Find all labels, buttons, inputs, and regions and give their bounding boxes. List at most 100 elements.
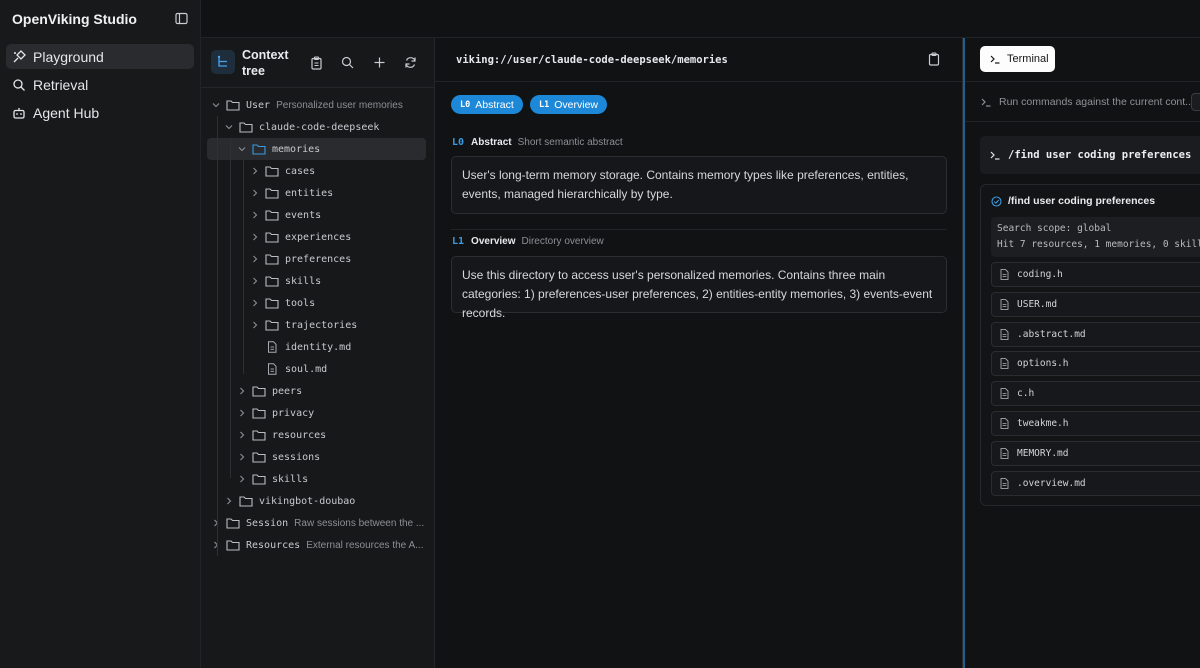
chevron-right-icon — [240, 431, 245, 439]
terminal-panel: Terminal Run commands against the curren… — [963, 38, 1200, 668]
tree-folder-row[interactable]: events — [250, 204, 431, 226]
tree-item-name: cases — [285, 165, 316, 177]
tree-folder-row[interactable]: memories — [207, 138, 426, 160]
file-icon — [268, 341, 277, 353]
tree-title: Context tree — [242, 48, 289, 78]
terminal-hint: Run commands against the current cont... — [981, 96, 1194, 108]
level-tag: L0 — [452, 137, 465, 148]
tree-folder-row[interactable]: claude-code-deepseek — [224, 116, 431, 138]
tree-item-name: peers — [272, 385, 303, 397]
tree-folder-row[interactable]: tools — [250, 292, 431, 314]
level-tag: L1 — [539, 99, 550, 110]
tree-folder-row[interactable]: vikingbot-doubao — [224, 490, 431, 512]
folder-icon — [252, 386, 266, 397]
tree-item-desc: External resources the A... — [306, 539, 424, 551]
tree-folder-row[interactable]: trajectories — [250, 314, 431, 336]
tab-terminal[interactable]: Terminal — [980, 46, 1055, 72]
hit-name: MEMORY.md — [1017, 447, 1069, 459]
tree-folder-row[interactable]: skills — [237, 468, 431, 490]
tree-folder-row[interactable]: skills — [250, 270, 431, 292]
nav-item-playground[interactable]: Playground — [6, 44, 194, 69]
file-icon — [1000, 298, 1009, 310]
result-hit-item[interactable]: .abstract.md — [991, 321, 1200, 347]
result-hit-item[interactable]: tweakme.h — [991, 411, 1200, 436]
result-hit-item[interactable]: .overview.md — [991, 470, 1200, 496]
tree-folder-row[interactable]: Resources External resources the A... — [211, 534, 431, 556]
terminal-icon — [990, 151, 1000, 160]
hit-name: USER.md — [1017, 298, 1058, 310]
pill-label: Overview — [554, 98, 599, 111]
tree-item-desc: Personalized user memories — [276, 99, 403, 111]
terminal-tabs: Terminal — [965, 38, 1200, 82]
sidebar-toggle-icon[interactable] — [175, 12, 188, 25]
overview-pill[interactable]: L1 Overview — [530, 95, 608, 114]
run-button[interactable] — [1191, 93, 1200, 111]
refresh-icon[interactable] — [404, 56, 418, 70]
divider — [435, 81, 962, 82]
tree-folder-row[interactable]: peers — [237, 380, 431, 402]
copy-icon[interactable] — [928, 52, 940, 66]
chevron-right-icon — [214, 541, 219, 549]
result-title: /find user coding preferences — [991, 195, 1155, 207]
file-icon — [1000, 328, 1009, 340]
result-hit-item[interactable]: coding.h — [991, 262, 1200, 287]
tree-item-name: resources — [272, 429, 327, 441]
tree-item-name: tools — [285, 297, 316, 309]
clipboard-icon[interactable] — [310, 56, 324, 70]
tree-folder-row[interactable]: resources — [237, 424, 431, 446]
tree-file-row[interactable]: identity.md — [250, 336, 431, 358]
tree-folder-row[interactable]: User Personalized user memories — [211, 94, 431, 116]
tree-folder-row[interactable]: preferences — [250, 248, 431, 270]
chevron-right-icon — [214, 519, 219, 527]
folder-icon — [239, 122, 253, 133]
hit-name: tweakme.h — [1017, 418, 1069, 429]
command-entry[interactable]: /find user coding preferences — [980, 136, 1200, 174]
folder-icon — [265, 210, 279, 221]
robot-icon — [13, 107, 25, 119]
result-hit-item[interactable]: USER.md — [991, 291, 1200, 317]
add-icon[interactable] — [373, 56, 387, 70]
tree-folder-row[interactable]: sessions — [237, 446, 431, 468]
result-hit-item[interactable]: options.h — [991, 351, 1200, 377]
chevron-right-icon — [253, 255, 258, 263]
folder-icon — [265, 320, 279, 331]
tree-folder-row[interactable]: entities — [250, 182, 431, 204]
chevron-right-icon — [253, 299, 258, 307]
tree-item-name: skills — [272, 473, 309, 485]
tree-icon — [211, 50, 235, 74]
tree-file-row[interactable]: soul.md — [250, 358, 431, 380]
tree-item-name: experiences — [285, 231, 352, 243]
tree-item-name: identity.md — [285, 341, 352, 353]
tree-folder-row[interactable]: privacy — [237, 402, 431, 424]
section-subtitle: Directory overview — [521, 236, 604, 247]
folder-icon — [265, 232, 279, 243]
tree-folder-row[interactable]: Session Raw sessions between the ... — [211, 512, 431, 534]
pen-nib-icon — [13, 49, 26, 62]
tree-folder-row[interactable]: experiences — [250, 226, 431, 248]
folder-icon — [265, 276, 279, 287]
folder-icon — [252, 430, 266, 441]
tree-folder-row[interactable]: cases — [250, 160, 431, 182]
abstract-card: User's long-term memory storage. Contain… — [451, 156, 947, 214]
section-title: Overview — [471, 236, 516, 247]
folder-icon — [226, 100, 240, 111]
result-hit-item[interactable]: MEMORY.md — [991, 440, 1200, 466]
search-icon[interactable] — [341, 56, 355, 70]
result-hit-item[interactable]: c.h — [991, 381, 1200, 407]
tab-label: Terminal — [1007, 53, 1049, 65]
tree-item-name: Session — [246, 517, 289, 529]
folder-icon — [239, 496, 253, 507]
hit-name: coding.h — [1017, 269, 1063, 280]
terminal-icon — [990, 55, 1000, 64]
abstract-heading: L0 Abstract Short semantic abstract — [452, 137, 623, 148]
detail-panel: viking://user/claude-code-deepseek/memor… — [435, 38, 963, 668]
nav-item-agent-hub[interactable]: Agent Hub — [6, 100, 194, 125]
top-bar — [201, 0, 1200, 38]
abstract-pill[interactable]: L0 Abstract — [451, 95, 523, 114]
nav-item-retrieval[interactable]: Retrieval — [6, 72, 194, 97]
folder-icon — [226, 518, 240, 529]
overview-card: Use this directory to access user's pers… — [451, 256, 947, 320]
level-tag: L0 — [460, 99, 471, 110]
hint-text: Run commands against the current cont... — [999, 96, 1194, 108]
tree-item-name: claude-code-deepseek — [259, 121, 380, 133]
